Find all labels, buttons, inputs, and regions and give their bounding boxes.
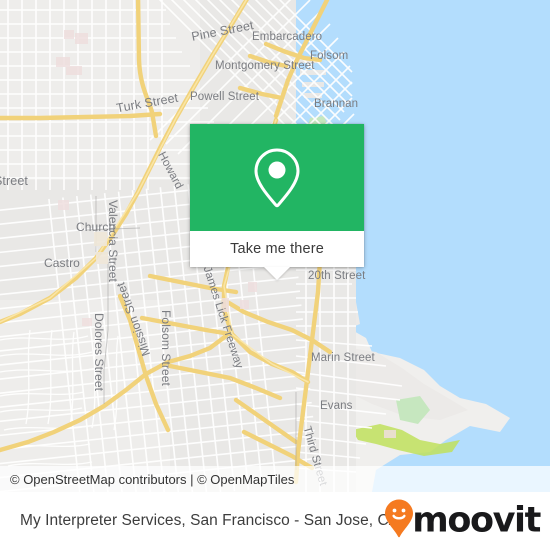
map-screenshot: Pine Street Embarcadero Montgomery Stree… xyxy=(0,0,550,550)
map-attribution-bar: © OpenStreetMap contributors | © OpenMap… xyxy=(0,466,550,492)
place-info-card[interactable]: Take me there xyxy=(190,124,364,280)
attribution-text[interactable]: © OpenStreetMap contributors | © OpenMap… xyxy=(0,472,294,487)
take-me-there-label: Take me there xyxy=(230,241,324,257)
map-pin-icon xyxy=(249,145,305,211)
card-pointer-tail xyxy=(264,267,290,280)
moovit-brand: moovit xyxy=(384,499,541,544)
moovit-smiley-pin-icon xyxy=(384,499,414,544)
moovit-wordmark: moovit xyxy=(412,500,541,541)
card-hero-banner xyxy=(190,124,364,231)
map-canvas[interactable]: Pine Street Embarcadero Montgomery Stree… xyxy=(0,0,550,492)
place-title: My Interpreter Services, San Francisco -… xyxy=(20,512,400,529)
take-me-there-button[interactable]: Take me there xyxy=(190,231,364,267)
footer-bar: My Interpreter Services, San Francisco -… xyxy=(0,492,550,550)
